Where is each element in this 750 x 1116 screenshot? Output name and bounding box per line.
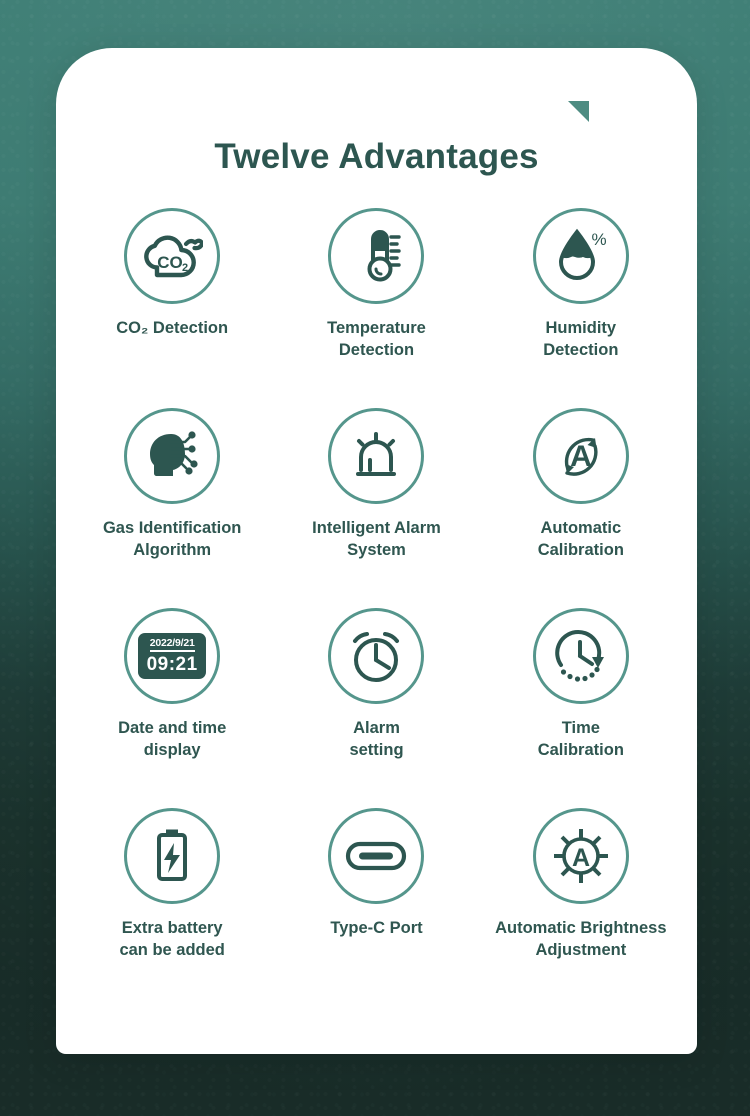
digital-clock-icon: 2022/9/21 09:21 xyxy=(138,633,207,679)
ai-head-circuit-icon xyxy=(141,428,203,484)
icon-ring: 2022/9/21 09:21 xyxy=(124,608,221,704)
infographic-canvas: Twelve Advantages CO 2 CO₂ Detection Tem… xyxy=(0,0,750,1116)
page-title: Twelve Advantages xyxy=(214,137,539,177)
icon-ring xyxy=(328,408,425,504)
time-calibration-icon xyxy=(551,627,611,685)
svg-text:A: A xyxy=(572,844,590,872)
usb-c-port-icon xyxy=(345,839,407,873)
feature-label: Time Calibration xyxy=(537,719,624,759)
feature-date-time-display[interactable]: 2022/9/21 09:21 Date and time display xyxy=(70,608,274,808)
svg-text:CO: CO xyxy=(157,253,183,272)
auto-brightness-sun-icon: A xyxy=(550,825,612,887)
icon-ring xyxy=(328,608,425,704)
title-triangle-accent-icon xyxy=(568,101,589,122)
feature-co2-detection[interactable]: CO 2 CO₂ Detection xyxy=(70,208,274,408)
feature-time-calibration[interactable]: Time Calibration xyxy=(479,608,683,808)
content-card: Twelve Advantages CO 2 CO₂ Detection Tem… xyxy=(56,48,697,1054)
auto-calibration-a-icon: A xyxy=(551,426,611,486)
icon-ring xyxy=(328,208,425,304)
feature-alarm-setting[interactable]: Alarm setting xyxy=(274,608,478,808)
icon-ring: CO 2 xyxy=(124,208,221,304)
icon-ring xyxy=(328,808,425,904)
feature-label: Date and time display xyxy=(118,719,227,759)
clock-time-text: 09:21 xyxy=(146,654,198,676)
feature-automatic-brightness[interactable]: A Automatic Brightness Adjustment xyxy=(479,808,683,1008)
feature-extra-battery[interactable]: Extra battery can be added xyxy=(70,808,274,1008)
humidity-droplet-icon: % xyxy=(553,227,609,285)
feature-label: Temperature Detection xyxy=(327,319,426,359)
feature-label: Extra battery can be added xyxy=(119,919,225,959)
title-container: Twelve Advantages xyxy=(56,101,697,198)
icon-ring xyxy=(124,408,221,504)
feature-label: Intelligent Alarm System xyxy=(312,519,441,559)
features-grid: CO 2 CO₂ Detection Temperature Detection… xyxy=(70,208,683,1008)
icon-ring: A xyxy=(532,408,629,504)
feature-automatic-calibration[interactable]: A Automatic Calibration xyxy=(479,408,683,608)
feature-label: Type-C Port xyxy=(330,919,423,937)
battery-bolt-icon xyxy=(149,826,195,886)
icon-ring: A xyxy=(532,808,629,904)
icon-ring: % xyxy=(532,208,629,304)
feature-label: Automatic Calibration xyxy=(537,519,624,559)
svg-text:%: % xyxy=(591,230,606,249)
alarm-clock-icon xyxy=(347,627,405,685)
feature-temperature-detection[interactable]: Temperature Detection xyxy=(274,208,478,408)
feature-label: Alarm setting xyxy=(349,719,404,759)
feature-label: Automatic Brightness Adjustment xyxy=(495,919,667,959)
feature-humidity-detection[interactable]: % Humidity Detection xyxy=(479,208,683,408)
co2-cloud-icon: CO 2 xyxy=(141,230,204,282)
svg-text:2: 2 xyxy=(182,262,188,274)
thermometer-icon xyxy=(350,227,402,285)
feature-type-c-port[interactable]: Type-C Port xyxy=(274,808,478,1008)
icon-ring xyxy=(532,608,629,704)
alarm-beacon-icon xyxy=(348,430,404,482)
feature-intelligent-alarm[interactable]: Intelligent Alarm System xyxy=(274,408,478,608)
clock-date-text: 2022/9/21 xyxy=(149,638,195,653)
feature-label: Humidity Detection xyxy=(543,319,619,359)
feature-gas-identification[interactable]: Gas Identification Algorithm xyxy=(70,408,274,608)
svg-text:A: A xyxy=(570,440,592,473)
feature-label: CO₂ Detection xyxy=(116,319,229,337)
icon-ring xyxy=(124,808,221,904)
feature-label: Gas Identification Algorithm xyxy=(102,519,242,559)
